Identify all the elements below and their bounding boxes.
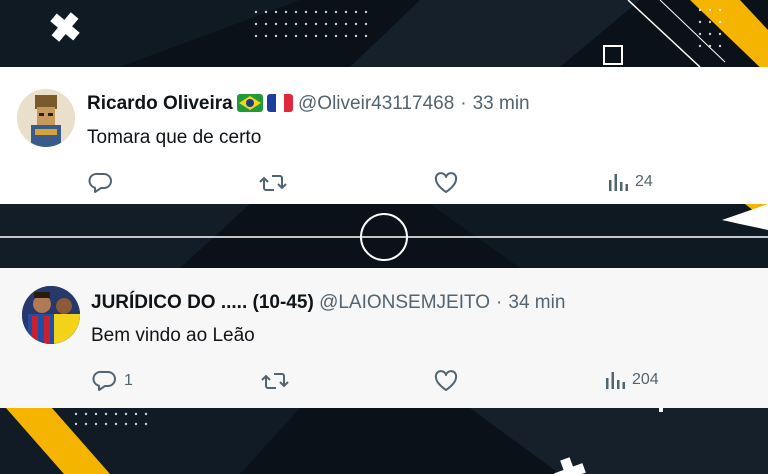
views-count: 204 (632, 371, 659, 388)
views-icon (609, 174, 628, 191)
separator: · (460, 93, 467, 114)
repost-icon (261, 373, 289, 389)
post-header: Ricardo Oliveira @Oliveir43117468 · 33 min (87, 92, 530, 116)
brazil-flag-icon (236, 94, 263, 112)
repost-button[interactable] (261, 369, 295, 393)
post-time[interactable]: 33 min (473, 93, 530, 114)
views-button[interactable]: 204 (604, 369, 659, 391)
separator: · (496, 292, 503, 313)
post-time[interactable]: 34 min (508, 292, 565, 313)
post-header: JURÍDICO DO ..... (10-45) @LAIONSEMJEITO… (91, 291, 565, 315)
post-text: Tomara que de certo (87, 127, 262, 148)
repost-button[interactable] (259, 171, 293, 195)
like-button[interactable] (433, 369, 465, 393)
like-icon (434, 172, 458, 193)
avatar[interactable] (22, 286, 80, 344)
reply-button[interactable]: 1 (92, 369, 133, 393)
reply-icon (92, 370, 116, 391)
france-flag-icon (266, 94, 293, 112)
author-handle[interactable]: @LAIONSEMJEITO (319, 292, 490, 313)
author-handle[interactable]: @Oliveir43117468 (298, 93, 454, 114)
post-card[interactable]: Ricardo Oliveira @Oliveir43117468 · 33 min… (0, 67, 768, 204)
author-name[interactable]: JURÍDICO DO ..... (10-45) (91, 292, 314, 313)
like-button[interactable] (433, 171, 465, 195)
post-text: Bem vindo ao Leão (91, 325, 255, 346)
reply-icon (88, 172, 112, 193)
author-name[interactable]: Ricardo Oliveira (87, 93, 233, 114)
reply-count: 1 (124, 372, 133, 389)
post-card[interactable]: JURÍDICO DO ..... (10-45) @LAIONSEMJEITO… (0, 268, 768, 408)
reply-button[interactable] (88, 171, 120, 195)
views-icon (606, 372, 625, 389)
avatar[interactable] (17, 89, 75, 147)
views-button[interactable]: 24 (607, 171, 653, 193)
repost-icon (259, 175, 287, 191)
like-icon (434, 370, 458, 391)
views-count: 24 (635, 173, 653, 190)
